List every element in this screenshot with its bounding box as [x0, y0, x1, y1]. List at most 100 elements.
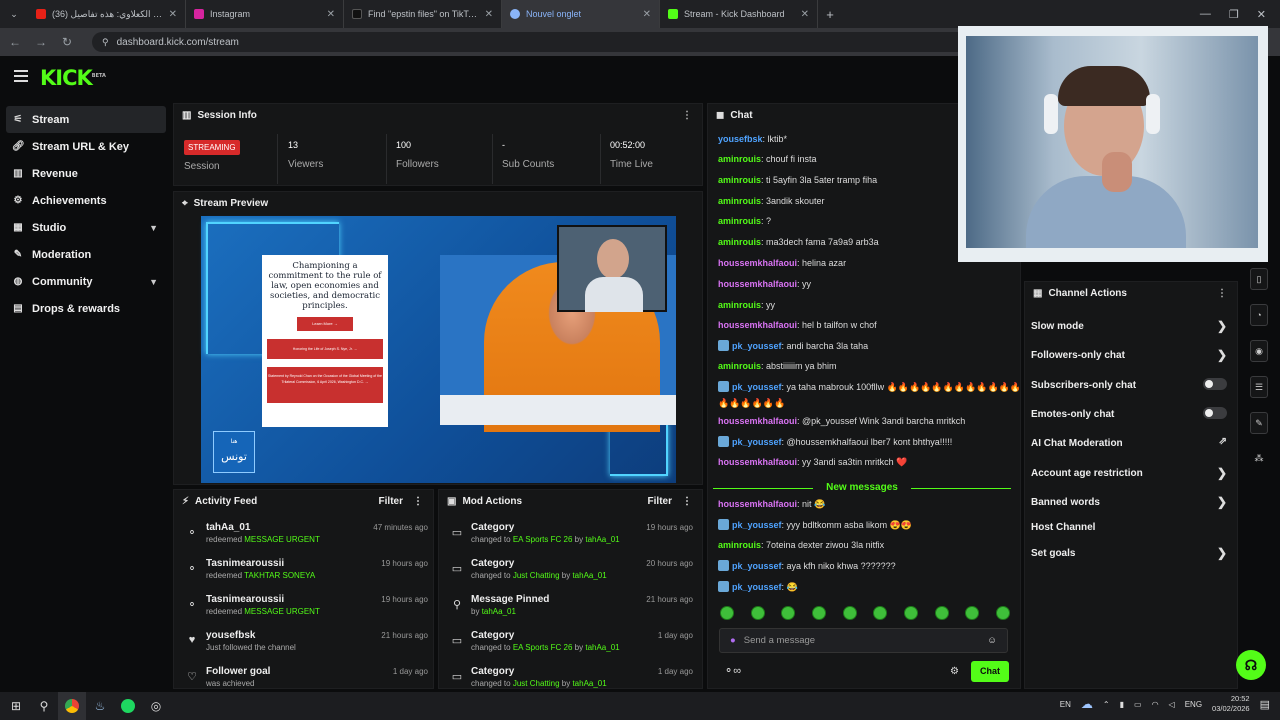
chat-username[interactable]: houssemkhalfaoui [718, 279, 797, 289]
sidebar-item-revenue[interactable]: ▥ Revenue [6, 160, 166, 187]
ime-indicator[interactable]: ENG [1185, 700, 1202, 709]
emote-icon[interactable] [720, 606, 734, 620]
chat-username[interactable]: yousefbsk [718, 134, 763, 144]
emote-icon[interactable] [750, 606, 765, 620]
activity-user[interactable]: Tasnimearoussii [206, 558, 284, 569]
ai-moderation-item[interactable]: AI Chat Moderation ⇗ [1031, 436, 1227, 449]
sidebar-item-community[interactable]: ◍ Community ▼ [6, 268, 166, 295]
spotify-icon[interactable] [114, 692, 142, 720]
chat-username[interactable]: aminrouis [718, 196, 761, 206]
mic-icon[interactable]: ▮ [1120, 700, 1124, 709]
list-icon[interactable]: ☰ [1250, 376, 1268, 398]
set-goals-item[interactable]: Set goals ❯ [1031, 546, 1227, 560]
browser-tab[interactable]: (36) طارق الكعلاوي: هذه تفاصيل ✕ [28, 0, 186, 28]
points-icon[interactable]: ⚬∞ [724, 664, 741, 677]
more-options-icon[interactable]: ⋮ [1217, 288, 1227, 299]
chat-bubble-icon[interactable]: ◔ [1250, 304, 1268, 326]
chat-username[interactable]: pk_youssef [732, 437, 782, 447]
chat-username[interactable]: pk_youssef [732, 520, 782, 530]
chat-username[interactable]: aminrouis [718, 361, 761, 371]
chat-username[interactable]: houssemkhalfaoui [718, 416, 797, 426]
cloud-icon[interactable]: ☁ [1081, 697, 1093, 711]
more-options-icon[interactable]: ⋮ [413, 496, 423, 507]
banned-words-item[interactable]: Banned words ❯ [1031, 495, 1227, 509]
activity-user[interactable]: yousefbsk [206, 630, 255, 641]
notification-icon[interactable]: ▤ [1260, 698, 1270, 711]
wifi-icon[interactable]: ◠ [1152, 700, 1159, 709]
new-messages-divider[interactable]: New messages [713, 482, 1011, 493]
chat-username[interactable]: pk_youssef [732, 582, 782, 592]
chrome-icon[interactable] [58, 692, 86, 720]
wrench-icon[interactable]: ✎ [1250, 412, 1268, 434]
chat-username[interactable]: pk_youssef [732, 382, 782, 392]
filter-button[interactable]: Filter [648, 496, 672, 507]
chat-username[interactable]: aminrouis [718, 237, 761, 247]
chat-username[interactable]: houssemkhalfaoui [718, 457, 797, 467]
close-window-icon[interactable]: ✕ [1257, 8, 1266, 21]
activity-user[interactable]: tahAa_01 [206, 522, 250, 533]
sidebar-item-achievements[interactable]: ⚙ Achievements [6, 187, 166, 214]
new-tab-button[interactable]: + [818, 7, 842, 22]
chat-username[interactable]: houssemkhalfaoui [718, 258, 797, 268]
emote-icon[interactable] [903, 606, 918, 620]
send-chat-button[interactable]: Chat [971, 661, 1009, 682]
minimize-icon[interactable]: — [1200, 8, 1211, 21]
emote-icon[interactable] [965, 606, 980, 620]
obs-icon[interactable]: ◎ [142, 692, 170, 720]
close-icon[interactable]: ✕ [643, 9, 651, 20]
close-icon[interactable]: ✕ [169, 9, 177, 20]
sidebar-item-studio[interactable]: ▦ Studio ▼ [6, 214, 166, 241]
emoji-picker-icon[interactable]: ☺ [987, 635, 997, 646]
maximize-icon[interactable]: ❐ [1229, 8, 1239, 21]
chevron-up-icon[interactable]: ⌃ [1103, 700, 1110, 709]
monitor-icon[interactable]: ▭ [1134, 700, 1142, 709]
support-chat-button[interactable]: ☊ [1236, 650, 1266, 680]
sidebar-item-stream-url[interactable]: 🔗︎ Stream URL & Key [6, 133, 166, 160]
chat-username[interactable]: aminrouis [718, 154, 761, 164]
steam-icon[interactable]: ♨ [86, 692, 114, 720]
emote-icon[interactable] [811, 606, 826, 620]
mic-icon[interactable]: ● [730, 635, 736, 646]
windows-start-icon[interactable]: ⊞ [2, 692, 30, 720]
chat-username[interactable]: houssemkhalfaoui [718, 499, 797, 509]
chat-settings-icon[interactable]: ⚙ [950, 666, 959, 677]
more-options-icon[interactable]: ⋮ [682, 110, 692, 121]
chat-username[interactable]: pk_youssef [732, 341, 782, 351]
followers-only-item[interactable]: Followers-only chat ❯ [1031, 348, 1227, 362]
kick-logo[interactable]: KICKBETA [40, 66, 106, 90]
device-icon[interactable]: ▯ [1250, 268, 1268, 290]
emote-icon[interactable] [873, 606, 888, 620]
browser-tab[interactable]: Find "epstin files" on TikTok | TikTok ✕ [344, 0, 502, 28]
back-icon[interactable]: ← [8, 35, 22, 49]
grid-dots-icon[interactable]: ⁂ [1250, 448, 1268, 470]
close-icon[interactable]: ✕ [485, 9, 493, 20]
sidebar-item-drops[interactable]: ▤ Drops & rewards [6, 295, 166, 322]
forward-icon[interactable]: → [34, 35, 48, 49]
slow-mode-item[interactable]: Slow mode ❯ [1031, 319, 1227, 333]
language-indicator[interactable]: EN [1060, 700, 1071, 709]
browser-tab[interactable]: Instagram ✕ [186, 0, 344, 28]
clock[interactable]: 20:52 03/02/2026 [1212, 694, 1250, 714]
emote-icon[interactable] [781, 606, 796, 620]
chat-input[interactable]: ● Send a message ☺ [719, 628, 1008, 653]
chat-username[interactable]: aminrouis [718, 300, 761, 310]
emote-icon[interactable] [842, 606, 857, 620]
emote-icon[interactable] [995, 606, 1010, 620]
reload-icon[interactable]: ↻ [60, 35, 74, 49]
broadcast-icon[interactable]: ◉ [1250, 340, 1268, 362]
chat-username[interactable]: houssemkhalfaoui [718, 320, 797, 330]
chat-username[interactable]: aminrouis [718, 216, 761, 226]
host-channel-item[interactable]: Host Channel [1031, 522, 1227, 533]
chat-username[interactable]: aminrouis [718, 175, 761, 185]
volume-icon[interactable]: ◁ [1169, 700, 1175, 709]
search-icon[interactable]: ⚲ [30, 692, 58, 720]
more-options-icon[interactable]: ⋮ [682, 496, 692, 507]
close-icon[interactable]: ✕ [801, 9, 809, 20]
browser-tab[interactable]: Stream - Kick Dashboard ✕ [660, 0, 818, 28]
chat-username[interactable]: pk_youssef [732, 561, 782, 571]
sidebar-item-stream[interactable]: ⚟ Stream [6, 106, 166, 133]
close-icon[interactable]: ✕ [327, 9, 335, 20]
filter-button[interactable]: Filter [379, 496, 403, 507]
activity-user[interactable]: Tasnimearoussii [206, 594, 284, 605]
subscribers-only-toggle[interactable] [1203, 378, 1227, 390]
